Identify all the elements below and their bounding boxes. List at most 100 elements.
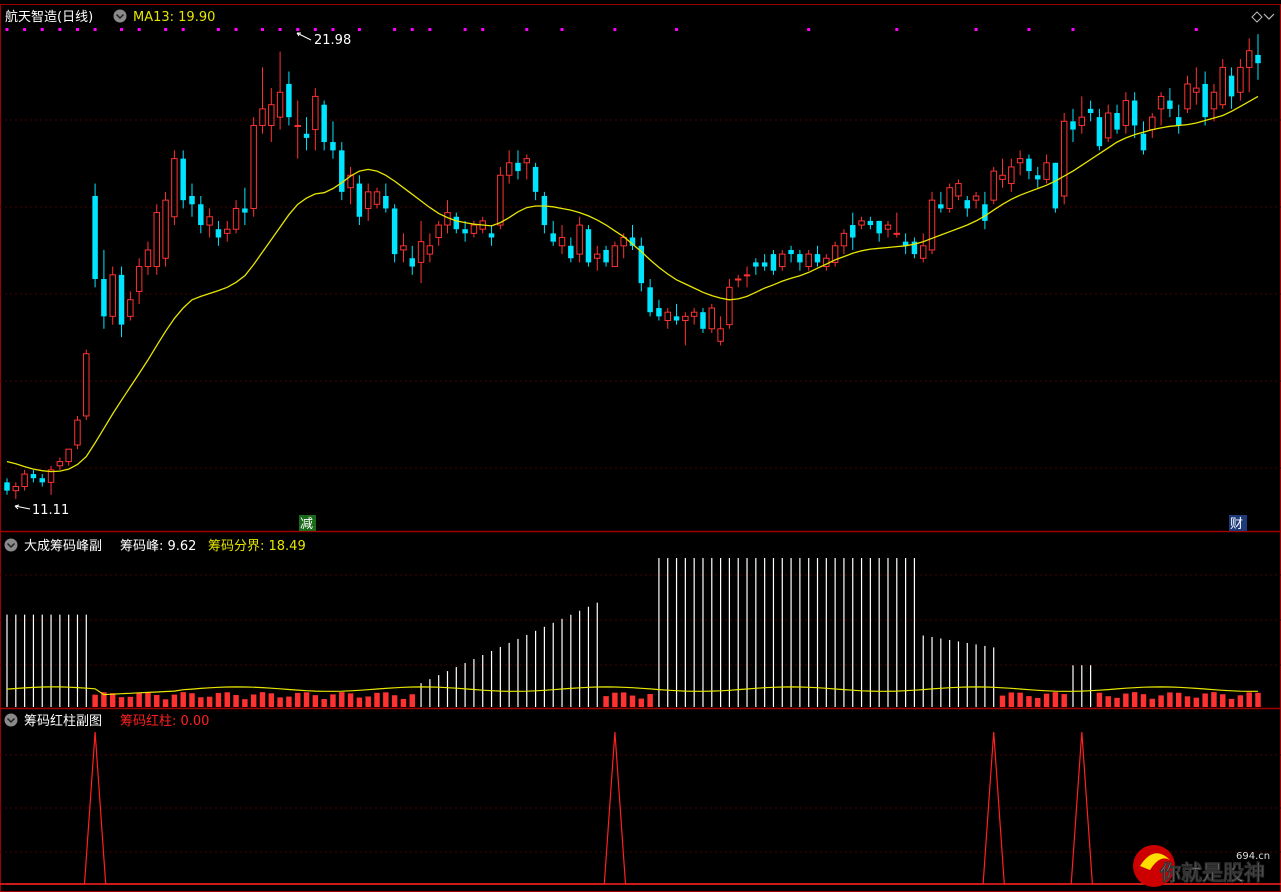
sub2-title: 筹码红柱副图 — [24, 713, 102, 729]
chip-red-bar — [1096, 692, 1103, 707]
candle-up — [74, 419, 81, 446]
low-annotation: 11.11 — [14, 503, 69, 518]
candle-down — [964, 200, 971, 209]
sub2-header: 筹码红柱副图 筹码红柱: 0.00 — [4, 713, 209, 729]
chip-red-bar — [365, 696, 371, 707]
signal-dot — [895, 28, 899, 31]
stock-chart: 21.98 11.11 减 财 航天智造(日线) MA13: 19.90 大成筹… — [0, 4, 1281, 892]
chip-red-bar — [198, 697, 204, 707]
candle-up — [1210, 91, 1218, 110]
candle-up — [276, 91, 284, 118]
candle-down — [1167, 100, 1173, 109]
candle-up — [171, 158, 178, 218]
candle-down — [541, 196, 548, 226]
candle-up — [972, 195, 980, 201]
candle-up — [682, 315, 689, 322]
sub2-red-value: 筹码红柱: 0.00 — [120, 713, 209, 729]
low-label: 11.11 — [32, 503, 69, 518]
chip-red-bar — [409, 694, 415, 707]
chip-red-bar — [162, 699, 169, 707]
chip-red-bar — [629, 695, 636, 707]
chip-red-bar — [136, 692, 142, 707]
candle-up — [1105, 112, 1112, 139]
chip-red-bar — [259, 692, 266, 707]
candle-up — [1016, 158, 1024, 164]
candle-down — [867, 220, 874, 226]
sub2-menu-icon[interactable] — [4, 713, 18, 727]
signal-dot — [393, 28, 397, 31]
signal-dot — [481, 28, 485, 31]
candle-up — [1245, 50, 1253, 68]
candle-down — [462, 229, 468, 234]
candle-down — [603, 249, 609, 263]
chip-red-bar — [180, 692, 186, 707]
chip-red-bar — [603, 696, 609, 707]
candle-up — [1184, 83, 1191, 110]
candle-down — [1096, 117, 1103, 147]
candle-up — [1219, 66, 1226, 106]
candle-up — [232, 207, 240, 230]
marker-finance: 财 — [1229, 515, 1247, 532]
signal-dot — [40, 28, 44, 31]
candle-down — [770, 254, 777, 271]
chip-red-bar — [145, 692, 151, 707]
chip-red-bar — [1228, 698, 1235, 707]
chip-red-bar — [109, 693, 116, 707]
signal-dot — [560, 28, 564, 31]
candle-up — [294, 124, 301, 127]
chip-red-bar — [1017, 692, 1023, 707]
sub1-title: 大成筹码峰副 — [24, 538, 102, 554]
chip-red-bar — [391, 695, 398, 707]
chip-red-bar — [356, 697, 363, 707]
chip-red-bar — [154, 694, 160, 707]
chip-red-bar — [1026, 696, 1032, 707]
candle-up — [497, 174, 504, 226]
chip-red-bar — [620, 692, 627, 707]
chip-red-bar — [347, 693, 354, 707]
high-label: 21.98 — [314, 33, 351, 48]
chip-red-bar — [233, 695, 239, 707]
candle-up — [505, 162, 513, 176]
signal-dot — [93, 28, 97, 31]
chip-red-bar — [330, 694, 336, 707]
candle-down — [356, 183, 363, 217]
signal-dot — [1071, 28, 1075, 31]
sub1-menu-icon[interactable] — [4, 538, 18, 552]
candle-up — [779, 253, 786, 268]
chip-red-bar — [383, 692, 389, 707]
diamond-icon[interactable] — [1251, 11, 1263, 23]
candle-down — [647, 287, 653, 313]
signal-dot — [164, 28, 168, 31]
panel-frames — [0, 4, 1281, 892]
signal-dot — [181, 28, 185, 31]
chip-red-bar — [1202, 693, 1208, 707]
candle-down — [797, 254, 803, 263]
signal-dot — [357, 28, 361, 31]
chip-red-bar — [321, 699, 327, 707]
candle-down — [700, 312, 706, 329]
indicator-menu-icon[interactable] — [113, 9, 127, 23]
stock-title: 航天智造(日线) — [5, 9, 93, 25]
watermark-site: 694.cn — [1236, 851, 1270, 862]
candle-up — [576, 224, 583, 255]
signal-dot — [278, 28, 282, 31]
candle-up — [206, 216, 213, 226]
candle-down — [101, 279, 107, 317]
candle-down — [215, 229, 222, 238]
candle-up — [12, 486, 20, 492]
candle-down — [1255, 54, 1261, 64]
expand-chevron-icon[interactable] — [1263, 13, 1275, 20]
signal-dot — [463, 28, 467, 31]
candle-down — [453, 216, 460, 230]
candle-down — [242, 208, 248, 213]
candle-up — [708, 307, 716, 330]
candle-up — [426, 245, 434, 255]
chip-red-bar — [206, 696, 213, 707]
chip-red-bar — [312, 695, 319, 707]
candle-down — [286, 83, 292, 118]
candle-up — [312, 95, 319, 131]
candle-up — [805, 253, 812, 268]
candle-down — [1026, 158, 1032, 172]
high-annotation: 21.98 — [296, 32, 351, 48]
candle-up — [83, 353, 90, 417]
